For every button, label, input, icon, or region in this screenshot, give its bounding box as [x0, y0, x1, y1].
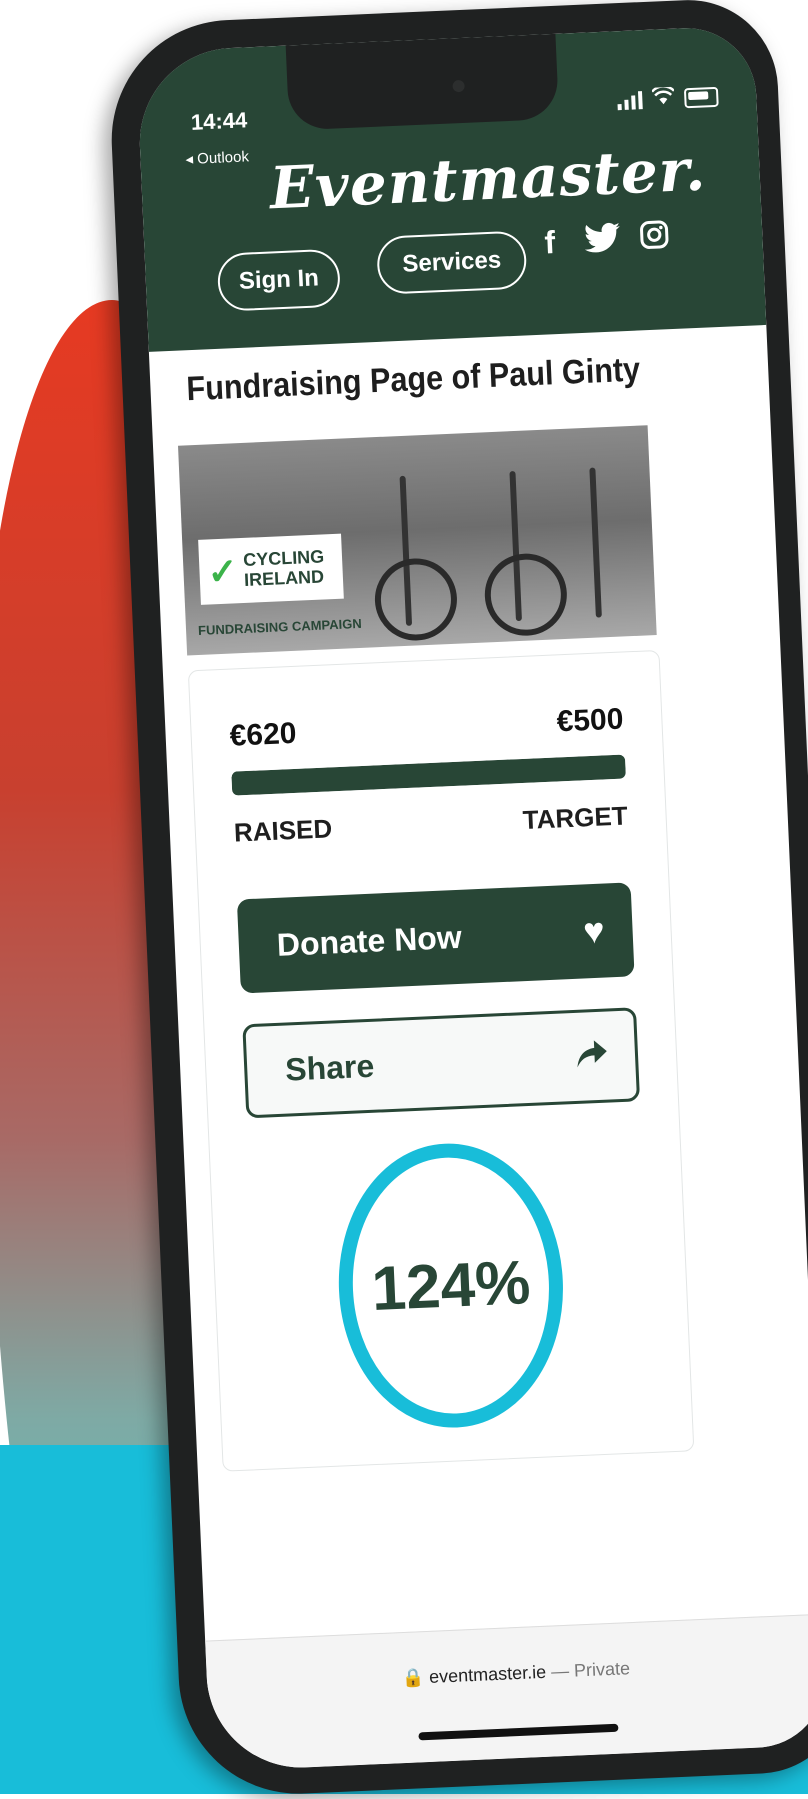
- progress-bar: [231, 754, 626, 796]
- status-icons: [617, 85, 719, 112]
- percent-ring: 124%: [330, 1136, 572, 1436]
- url-display: 🔒 eventmaster.ie — Private: [207, 1650, 808, 1698]
- browser-url-bar[interactable]: 🔒 eventmaster.ie — Private: [205, 1613, 808, 1772]
- facebook-icon[interactable]: f: [544, 224, 556, 261]
- banner-bike-wheel: [373, 556, 459, 643]
- url-privacy-label: — Private: [550, 1658, 631, 1682]
- twitter-icon[interactable]: [584, 221, 621, 255]
- logo-text-ireland: IRELAND: [243, 565, 325, 590]
- eventmaster-logo[interactable]: Eventmaster.: [268, 135, 707, 222]
- heart-icon: ♥: [582, 909, 606, 952]
- url-domain: eventmaster.ie: [428, 1661, 547, 1687]
- progress-bar-fill: [231, 754, 626, 796]
- cycling-ireland-logo: ✓ CYCLING IRELAND: [198, 533, 344, 605]
- lock-icon: 🔒: [401, 1667, 425, 1689]
- wifi-icon: [651, 85, 675, 111]
- raised-amount: €620: [229, 716, 298, 753]
- phone-notch: [285, 33, 560, 131]
- target-amount: €500: [555, 702, 625, 739]
- campaign-banner-image: ✓ CYCLING IRELAND FUNDRAISING CAMPAIGN: [178, 425, 657, 656]
- home-indicator: [418, 1723, 619, 1741]
- instagram-icon[interactable]: [639, 219, 670, 250]
- banner-caption: FUNDRAISING CAMPAIGN: [197, 615, 362, 638]
- share-button[interactable]: Share: [242, 1007, 641, 1119]
- signal-icon: [617, 90, 643, 110]
- sign-in-button[interactable]: Sign In: [216, 248, 342, 312]
- raised-label: RAISED: [233, 813, 333, 848]
- donate-now-button[interactable]: Donate Now ♥: [236, 882, 635, 994]
- share-arrow-icon: [576, 1035, 608, 1078]
- page-title: Fundraising Page of Paul Ginty: [185, 350, 641, 409]
- status-time: 14:44: [190, 107, 248, 135]
- fundraising-card: €620 €500 RAISED TARGET Donate Now ♥ Sha…: [187, 649, 695, 1472]
- share-label: Share: [284, 1047, 375, 1088]
- cycling-ireland-mark-icon: ✓: [206, 549, 239, 593]
- target-label: TARGET: [522, 800, 629, 836]
- percent-text: 124%: [370, 1247, 532, 1324]
- banner-bike-frame: [589, 467, 602, 618]
- site-header: 14:44 ◂ Outlook Eventmaster. Sign In Ser…: [135, 25, 767, 352]
- back-to-outlook-link[interactable]: ◂ Outlook: [185, 147, 249, 168]
- banner-bike-wheel: [483, 551, 569, 638]
- services-button[interactable]: Services: [376, 230, 528, 295]
- donate-now-label: Donate Now: [276, 918, 463, 963]
- phone-screen: 14:44 ◂ Outlook Eventmaster. Sign In Ser…: [135, 25, 808, 1772]
- phone-frame: 14:44 ◂ Outlook Eventmaster. Sign In Ser…: [106, 0, 808, 1799]
- battery-icon: [683, 86, 719, 108]
